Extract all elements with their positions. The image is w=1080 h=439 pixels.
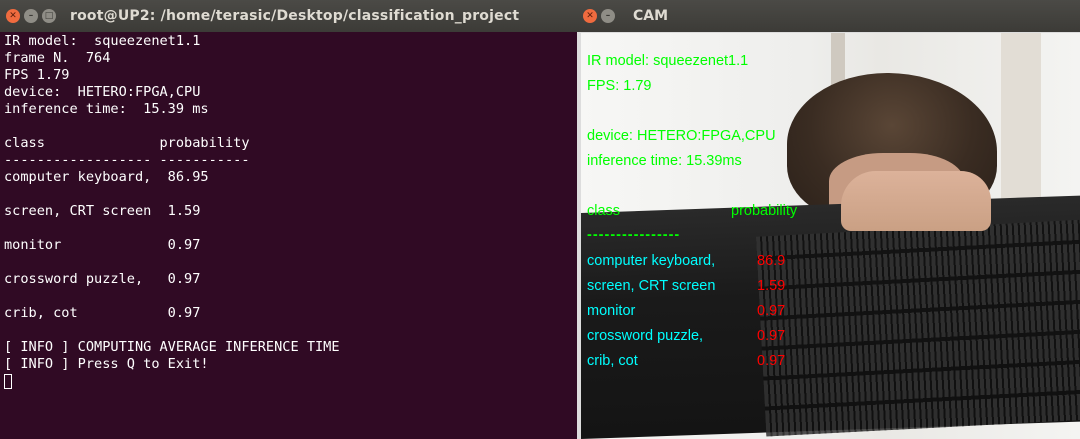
camera-feed: IR model: squeezenet1.1 FPS: 1.79 device… <box>581 33 1080 439</box>
terminal-line: computer keyboard, 86.95 <box>4 169 209 185</box>
terminal-window-controls: ✕ – □ <box>6 9 56 23</box>
overlay-result-label: monitor <box>587 303 636 319</box>
terminal-line: inference time: 15.39 ms <box>4 101 209 117</box>
overlay-device: device: HETERO:FPGA,CPU <box>587 128 776 144</box>
maximize-icon[interactable]: □ <box>42 9 56 23</box>
close-icon[interactable]: ✕ <box>583 9 597 23</box>
overlay-divider: ---------------- <box>587 227 681 243</box>
overlay-result-prob: 0.97 <box>757 328 786 344</box>
text-cursor <box>4 374 12 389</box>
terminal-titlebar: ✕ – □ root@UP2: /home/terasic/Desktop/cl… <box>0 0 577 32</box>
terminal-window: ✕ – □ root@UP2: /home/terasic/Desktop/cl… <box>0 0 577 439</box>
terminal-title: root@UP2: /home/terasic/Desktop/classifi… <box>70 8 520 24</box>
overlay-header-class: class <box>587 203 621 219</box>
overlay-model: IR model: squeezenet1.1 <box>587 53 749 69</box>
terminal-line: screen, CRT screen 1.59 <box>4 203 201 219</box>
overlay-result-label: screen, CRT screen <box>587 278 716 294</box>
terminal-line: monitor 0.97 <box>4 237 201 253</box>
terminal-line: FPS 1.79 <box>4 67 70 83</box>
overlay-result-prob: 1.59 <box>757 278 786 294</box>
cam-window: ✕ – CAM IR model: squeezenet1.1 FPS: 1.7… <box>577 0 1080 439</box>
terminal-line: [ INFO ] COMPUTING AVERAGE INFERENCE TIM… <box>4 339 340 355</box>
terminal-output[interactable]: IR model: squeezenet1.1 frame N. 764 FPS… <box>4 33 572 433</box>
overlay-inference: inference time: 15.39ms <box>587 153 742 169</box>
overlay-fps: FPS: 1.79 <box>587 78 652 94</box>
cam-title: CAM <box>633 8 669 24</box>
overlay-result-label: crib, cot <box>587 353 638 369</box>
overlay-result-prob: 0.97 <box>757 353 786 369</box>
terminal-line: [ INFO ] Press Q to Exit! <box>4 356 209 372</box>
cam-titlebar: ✕ – CAM <box>577 0 1080 32</box>
terminal-line: ------------------ ----------- <box>4 152 250 168</box>
terminal-line: frame N. 764 <box>4 50 111 66</box>
terminal-line: crib, cot 0.97 <box>4 305 201 321</box>
terminal-line: device: HETERO:FPGA,CPU <box>4 84 201 100</box>
overlay-result-prob: 86.9 <box>757 253 786 269</box>
minimize-icon[interactable]: – <box>24 9 38 23</box>
close-icon[interactable]: ✕ <box>6 9 20 23</box>
overlay-result-label: computer keyboard, <box>587 253 716 269</box>
cam-window-controls: ✕ – <box>583 9 615 23</box>
overlay-result-prob: 0.97 <box>757 303 786 319</box>
terminal-line: IR model: squeezenet1.1 <box>4 33 201 49</box>
overlay-header-probability: probability <box>731 203 798 219</box>
minimize-icon[interactable]: – <box>601 9 615 23</box>
terminal-line: class probability <box>4 135 250 151</box>
overlay-result-label: crossword puzzle, <box>587 328 704 344</box>
terminal-line: crossword puzzle, 0.97 <box>4 271 201 287</box>
scene-window-frame <box>1001 33 1041 213</box>
scene-hand <box>841 171 991 231</box>
scene-keyboard-keys <box>755 219 1080 437</box>
terminal-prompt[interactable] <box>4 373 572 390</box>
